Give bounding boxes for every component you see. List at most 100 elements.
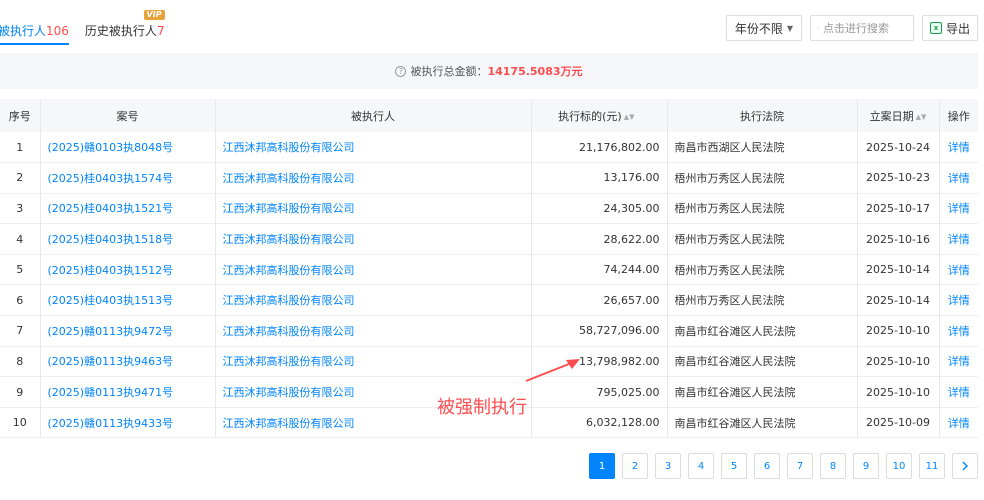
executed-party-link[interactable]: 江西沐邦高科股份有限公司: [223, 233, 355, 246]
details-link[interactable]: 详情: [948, 294, 970, 307]
executed-party-link[interactable]: 江西沐邦高科股份有限公司: [223, 417, 355, 430]
case-number-link[interactable]: (2025)桂0403执1574号: [48, 172, 174, 185]
table-cell: 详情: [938, 132, 978, 164]
header-amount[interactable]: 执行标的(元) ▲▼: [530, 99, 667, 132]
table-cell: 2025-10-10: [856, 376, 939, 408]
details-link[interactable]: 详情: [948, 355, 970, 368]
details-link[interactable]: 详情: [948, 233, 970, 246]
sort-icon[interactable]: ▲▼: [916, 113, 927, 121]
export-button[interactable]: x 导出: [921, 15, 978, 41]
executed-party-link[interactable]: 江西沐邦高科股份有限公司: [223, 355, 355, 368]
table-cell: 详情: [938, 284, 978, 317]
page-button[interactable]: 2: [622, 453, 648, 479]
table-cell: 江西沐邦高科股份有限公司: [214, 254, 531, 286]
filing-date: 2025-10-09: [866, 416, 930, 430]
annotation-text: 被强制执行: [437, 397, 527, 418]
table-cell: (2025)桂0403执1521号: [39, 193, 215, 225]
table-row: 3 (2025)桂0403执1521号 江西沐邦高科股份有限公司 24,305.00 梧…: [0, 193, 978, 225]
table-cell: 2025-10-10: [856, 315, 939, 347]
search-icon: [817, 27, 819, 29]
page-button[interactable]: 1: [589, 453, 615, 479]
search-box[interactable]: [809, 15, 914, 41]
executed-party-link[interactable]: 江西沐邦高科股份有限公司: [223, 172, 355, 185]
tab-executed-persons[interactable]: 被执行人106: [0, 22, 69, 45]
table-cell: 详情: [938, 376, 978, 408]
header-amount-label: 执行标的(元): [558, 109, 622, 123]
executed-party-link[interactable]: 江西沐邦高科股份有限公司: [223, 141, 355, 154]
tab-count: 106: [46, 23, 69, 38]
table-cell: 28,622.00: [530, 223, 667, 255]
table-cell: 梧州市万秀区人民法院: [666, 193, 857, 225]
tab-bar: 被执行人106 历史被执行人7 VIP: [0, 9, 181, 45]
tab-history-executed-persons[interactable]: 历史被执行人7 VIP: [84, 9, 165, 39]
page-button[interactable]: 9: [853, 453, 879, 479]
row-index: 3: [16, 201, 24, 215]
details-link[interactable]: 详情: [948, 202, 970, 215]
executed-persons-table: 序号 案号 被执行人 执行标的(元) ▲▼ 执行法院 立案日期 ▲▼ 操作 1 (20…: [0, 99, 978, 439]
case-number-link[interactable]: (2025)赣0113执9463号: [48, 355, 174, 368]
sort-icon[interactable]: ▲▼: [624, 113, 635, 121]
table-cell: 21,176,802.00: [530, 132, 667, 164]
table-cell: 2025-10-14: [856, 284, 939, 317]
page-button[interactable]: 3: [655, 453, 681, 479]
case-number-link[interactable]: (2025)桂0403执1521号: [48, 202, 174, 215]
executing-court: 南昌市红谷滩区人民法院: [674, 324, 796, 338]
case-number-link[interactable]: (2025)桂0403执1513号: [48, 294, 174, 307]
case-number-link[interactable]: (2025)赣0113执9433号: [48, 417, 174, 430]
case-number-link[interactable]: (2025)赣0103执8048号: [48, 141, 174, 154]
executed-party-link[interactable]: 江西沐邦高科股份有限公司: [223, 294, 355, 307]
case-number-link[interactable]: (2025)桂0403执1518号: [48, 233, 174, 246]
page-button[interactable]: 7: [787, 453, 813, 479]
details-link[interactable]: 详情: [948, 264, 970, 277]
row-index: 2: [16, 171, 24, 185]
header-case-number: 案号: [39, 99, 215, 132]
execution-amount: 13,176.00: [603, 171, 660, 185]
row-index: 8: [16, 354, 24, 368]
table-cell: 2025-10-24: [856, 132, 939, 164]
details-link[interactable]: 详情: [948, 172, 970, 185]
table-cell: 详情: [938, 254, 978, 286]
table-cell: (2025)桂0403执1512号: [39, 254, 215, 286]
table-row: 8 (2025)赣0113执9463号 江西沐邦高科股份有限公司 13,798,982…: [0, 346, 978, 378]
executed-party-link[interactable]: 江西沐邦高科股份有限公司: [223, 264, 355, 277]
case-number-link[interactable]: (2025)赣0113执9471号: [48, 386, 174, 399]
executed-party-link[interactable]: 江西沐邦高科股份有限公司: [223, 386, 355, 399]
caret-down-icon: ▼: [786, 23, 793, 33]
year-filter-select[interactable]: 年份不限 ▼: [725, 15, 802, 41]
header-filing-date[interactable]: 立案日期 ▲▼: [856, 99, 939, 132]
table-cell: 详情: [938, 346, 978, 378]
execution-amount: 795,025.00: [596, 385, 660, 399]
case-number-link[interactable]: (2025)赣0113执9472号: [48, 325, 174, 338]
tab-label: 历史被执行人: [84, 23, 157, 38]
summary-label: 被执行总金额：: [410, 65, 488, 78]
next-page-button[interactable]: [952, 453, 978, 479]
table-cell: 详情: [938, 193, 978, 225]
header-executed-party: 被执行人: [214, 99, 531, 132]
page-button[interactable]: 11: [919, 453, 945, 479]
search-input[interactable]: [822, 21, 907, 35]
table-cell: (2025)赣0113执9433号: [39, 407, 215, 439]
executed-party-link[interactable]: 江西沐邦高科股份有限公司: [223, 202, 355, 215]
row-index: 10: [12, 416, 27, 430]
page-button[interactable]: 4: [688, 453, 714, 479]
header-action: 操作: [938, 99, 978, 132]
table-cell: (2025)桂0403执1513号: [39, 284, 215, 317]
execution-amount: 58,727,096.00: [579, 324, 660, 338]
page-button[interactable]: 5: [721, 453, 747, 479]
table-cell: (2025)赣0103执8048号: [39, 132, 215, 164]
table-row: 2 (2025)桂0403执1574号 江西沐邦高科股份有限公司 13,176.00 梧…: [0, 162, 978, 194]
table-row: 5 (2025)桂0403执1512号 江西沐邦高科股份有限公司 74,244.00 梧…: [0, 254, 978, 286]
details-link[interactable]: 详情: [948, 141, 970, 154]
page-button[interactable]: 6: [754, 453, 780, 479]
case-number-link[interactable]: (2025)桂0403执1512号: [48, 264, 174, 277]
executed-party-link[interactable]: 江西沐邦高科股份有限公司: [223, 325, 355, 338]
page-button[interactable]: 8: [820, 453, 846, 479]
details-link[interactable]: 详情: [948, 417, 970, 430]
details-link[interactable]: 详情: [948, 325, 970, 338]
filing-date: 2025-10-14: [866, 263, 930, 277]
table-cell: 2025-10-16: [856, 223, 939, 255]
page-button[interactable]: 10: [886, 453, 912, 479]
details-link[interactable]: 详情: [948, 386, 970, 399]
table-cell: 7: [0, 315, 40, 347]
table-cell: 详情: [938, 223, 978, 255]
